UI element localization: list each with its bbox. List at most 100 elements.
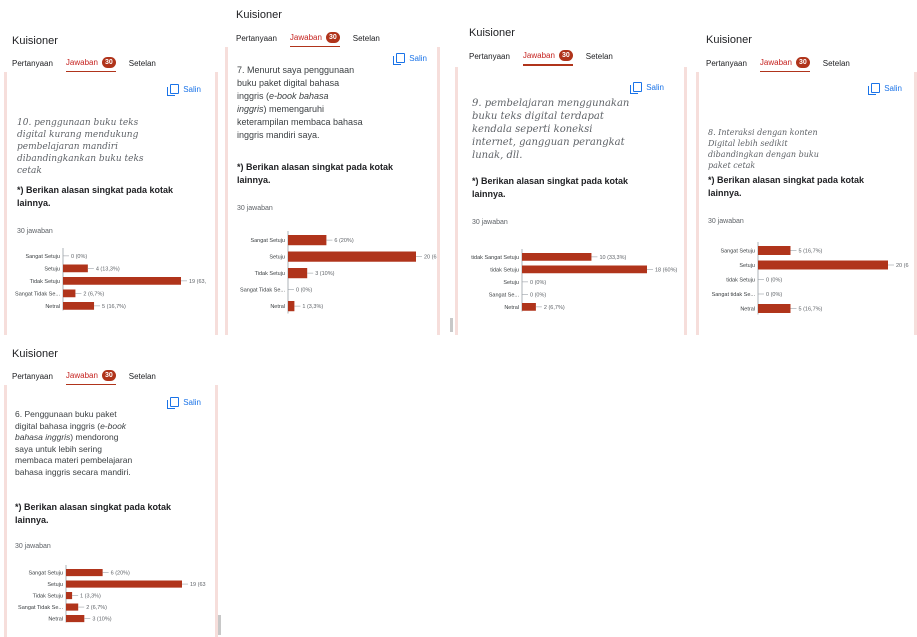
copy-button[interactable]: Salin: [167, 84, 201, 96]
value-label: 19 (63: [190, 582, 206, 588]
question-line: e-book bahasa: [269, 91, 329, 101]
tab-settings[interactable]: Setelan: [129, 372, 156, 384]
question-line: ) mendorong: [70, 432, 119, 442]
response-panel-q7: Kuisioner Pertanyaan Jawaban 30 Setelan S…: [225, 0, 440, 335]
response-count-badge: 30: [795, 57, 810, 68]
tab-label: Setelan: [585, 52, 613, 61]
value-label: 0 (0%): [530, 280, 546, 286]
question-line: paket cetak: [708, 161, 756, 170]
copy-icon: [393, 53, 406, 65]
response-panel-q6: Kuisioner Pertanyaan Jawaban 30 Setelan S…: [0, 339, 222, 637]
copy-button[interactable]: Salin: [630, 82, 664, 94]
copy-button[interactable]: Salin: [868, 83, 902, 95]
value-label: 0 (0%): [530, 292, 546, 298]
copy-button[interactable]: Salin: [167, 397, 201, 409]
question-line: 10. penggunaan buku teks: [17, 118, 139, 128]
value-label: 10 (33,3%): [599, 255, 626, 261]
bar-chart: Sangat Setuju 5 (16,7%) Setuju 20 (6 tidak S…: [712, 242, 909, 315]
tab-label: Pertanyaan: [12, 59, 53, 68]
tab-questions[interactable]: Pertanyaan: [12, 372, 53, 384]
question-line: kendala seperti koneksi: [472, 124, 593, 135]
tab-responses[interactable]: Jawaban 30: [759, 57, 810, 73]
response-count: 30 jawaban: [237, 205, 273, 212]
category-label: tidak Sangat Setuju: [471, 255, 519, 261]
question-line: digital bahasa inggris (: [15, 420, 101, 431]
question-line: saya untuk lebih sering: [15, 443, 102, 454]
value-label: 1 (3,3%): [80, 594, 101, 600]
question-line: ) memengaruhi: [263, 104, 325, 114]
question-card: Salin 7. Menurut saya penggunaan buku pa…: [225, 47, 440, 335]
category-label: Setuju: [44, 266, 60, 272]
category-label: Sangat Tidak Se...: [15, 291, 60, 297]
question-line: 8. Interaksi dengan konten: [708, 128, 818, 137]
prompt-text: *) Berikan alasan singkat pada kotak lai…: [17, 185, 174, 208]
tab-questions[interactable]: Pertanyaan: [236, 34, 277, 46]
tab-settings[interactable]: Setelan: [353, 34, 380, 46]
question-card: Salin 8. Interaksi dengan konten Digital…: [696, 72, 917, 335]
question-line: buku teks digital terdapat: [472, 111, 604, 122]
tab-questions[interactable]: Pertanyaan: [469, 52, 510, 64]
question-text: 7. Menurut saya penggunaan buku paket di…: [237, 64, 387, 142]
tab-responses[interactable]: Jawaban 30: [65, 57, 116, 73]
tab-responses[interactable]: Jawaban 30: [522, 50, 573, 66]
prompt-text: *) Berikan alasan singkat pada kotak lai…: [708, 175, 865, 198]
question-text: 10. penggunaan buku teks digital kurang …: [17, 117, 182, 177]
category-label: Sangat Setuju: [250, 238, 285, 244]
bar: [63, 289, 76, 298]
bar: [63, 264, 88, 273]
category-label: Sangat Setuju: [720, 248, 755, 254]
category-label: Sangat Se...: [489, 292, 520, 298]
tab-label: Jawaban: [522, 51, 555, 60]
category-label: Netral: [48, 617, 63, 623]
tab-bar: Pertanyaan Jawaban 30 Setelan: [12, 370, 169, 386]
bar: [66, 615, 85, 623]
scrollbar[interactable]: [450, 318, 453, 332]
category-label: Netral: [45, 304, 60, 310]
tab-responses[interactable]: Jawaban 30: [65, 370, 116, 386]
value-label: 1 (3,3%): [302, 304, 323, 310]
tab-label: Jawaban: [759, 58, 792, 67]
bar: [758, 304, 791, 313]
bar: [288, 268, 308, 279]
copy-button[interactable]: Salin: [393, 53, 427, 65]
response-count-badge: 30: [101, 370, 116, 381]
question-line: membaca materi pembelajaran: [15, 455, 133, 465]
tab-questions[interactable]: Pertanyaan: [12, 59, 53, 71]
question-line: digital kurang mendukung: [17, 130, 139, 140]
question-line: cetak: [17, 166, 42, 176]
category-label: Setuju: [269, 255, 285, 261]
category-label: Setuju: [47, 582, 63, 588]
prompt-text: *) Berikan alasan singkat pada kotak lai…: [472, 176, 629, 199]
tab-settings[interactable]: Setelan: [586, 52, 613, 64]
bar: [63, 302, 95, 310]
value-label: 6 (20%): [111, 571, 130, 577]
response-panel-q9: Kuisioner Pertanyaan Jawaban 30 Setelan S…: [455, 11, 691, 335]
bar: [288, 235, 327, 246]
copy-label: Salin: [409, 53, 427, 63]
value-label: 2 (6,7%): [544, 305, 565, 311]
tab-bar: Pertanyaan Jawaban 30 Setelan: [236, 32, 393, 48]
value-label: 20 (6: [424, 255, 437, 261]
tab-settings[interactable]: Setelan: [129, 59, 156, 71]
value-label: 0 (0%): [71, 254, 87, 260]
tab-bar: Pertanyaan Jawaban 30 Setelan: [706, 57, 863, 73]
category-label: Setuju: [503, 280, 519, 286]
category-label: Sangat tidak Se...: [712, 292, 756, 298]
bar: [66, 580, 182, 588]
question-line: inggris: [237, 104, 264, 114]
value-label: 20 (6: [896, 263, 909, 269]
question-line: Digital lebih sedikit: [708, 139, 788, 148]
value-label: 6 (20%): [334, 238, 353, 244]
scrollbar[interactable]: [218, 615, 221, 635]
bar: [758, 260, 888, 270]
tab-responses[interactable]: Jawaban 30: [289, 32, 340, 48]
response-count-badge: 30: [101, 57, 116, 68]
copy-label: Salin: [183, 84, 201, 94]
value-label: 5 (16,7%): [102, 304, 126, 310]
bar: [66, 569, 103, 577]
bar-chart: tidak Sangat Setuju 10 (33,3%) tidak Setuj…: [471, 249, 677, 312]
bar: [66, 592, 73, 600]
tab-settings[interactable]: Setelan: [823, 59, 850, 71]
question-line: buku paket digital bahasa: [237, 78, 340, 88]
tab-questions[interactable]: Pertanyaan: [706, 59, 747, 71]
